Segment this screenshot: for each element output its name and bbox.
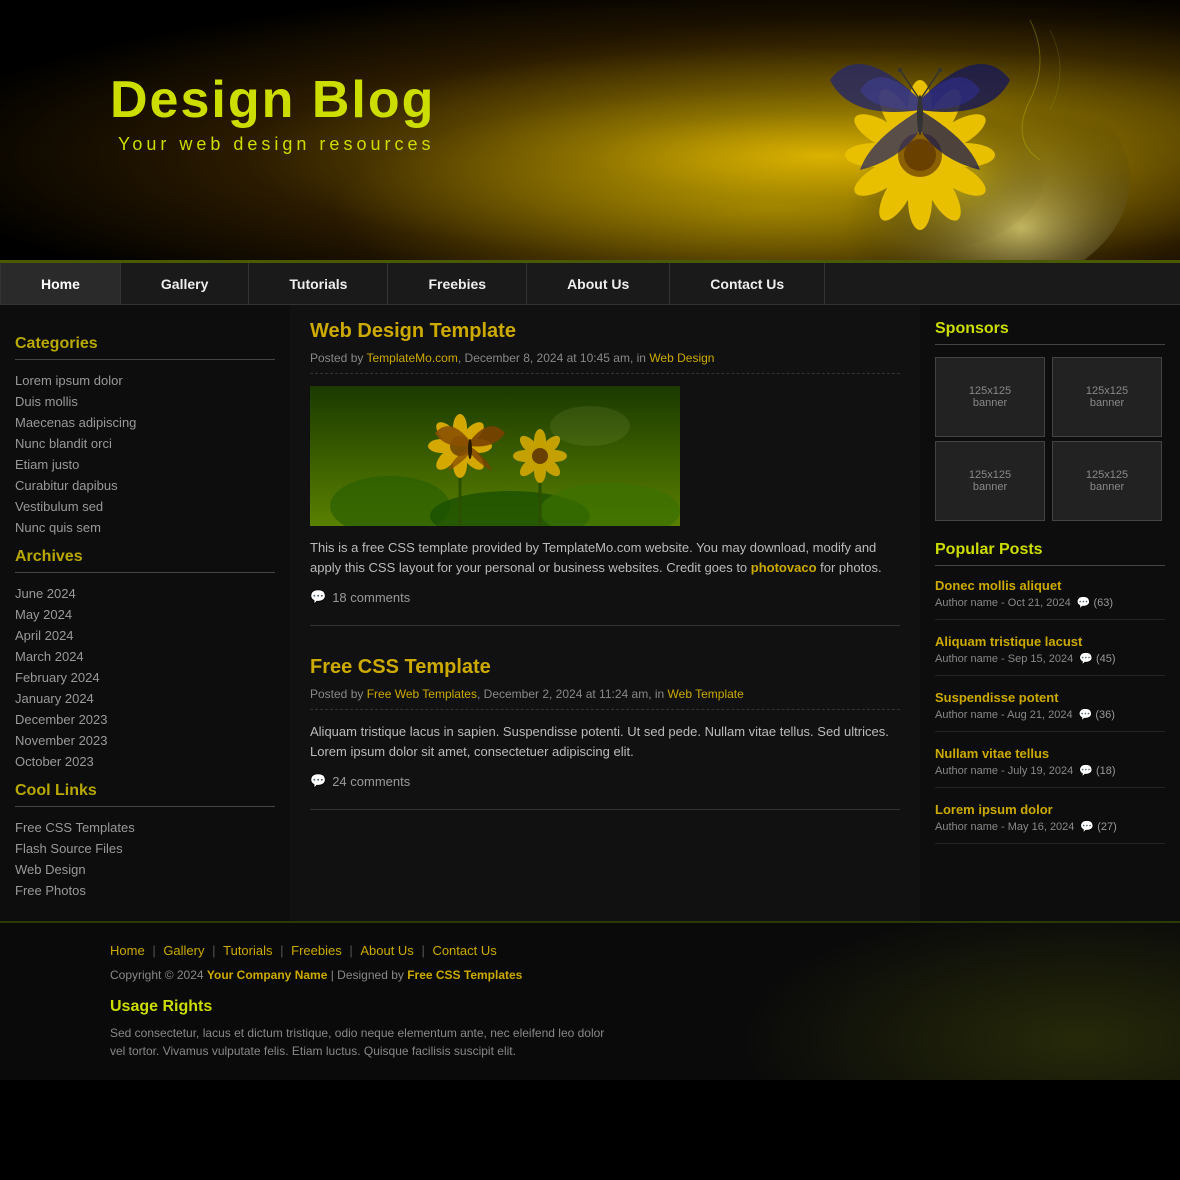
popular-post-4-meta: Author name - July 19, 2024 💬 (18) [935, 764, 1165, 777]
popular-post-1: Donec mollis aliquet Author name - Oct 2… [935, 578, 1165, 620]
popular-post-5-link[interactable]: Lorem ipsum dolor [935, 802, 1165, 817]
popular-post-5: Lorem ipsum dolor Author name - May 16, … [935, 802, 1165, 844]
popular-post-5-meta: Author name - May 16, 2024 💬 (27) [935, 820, 1165, 833]
archives-title: Archives [15, 548, 275, 573]
coollinks-list: Free CSS Templates Flash Source Files We… [15, 817, 275, 901]
popular-post-3-link[interactable]: Suspendisse potent [935, 690, 1165, 705]
footer-nav-freebies[interactable]: Freebies [291, 943, 342, 958]
post-1-cat[interactable]: Web Design [649, 351, 714, 365]
header-text-block: Design Blog Your web design resources [110, 70, 435, 155]
comment-icon-1: 💬 [310, 589, 326, 605]
comment-icon-2: 💬 [310, 773, 326, 789]
cat-2[interactable]: Duis mollis [15, 391, 275, 412]
cat-8[interactable]: Nunc quis sem [15, 517, 275, 538]
post-1-author[interactable]: TemplateMo.com [366, 351, 457, 365]
archive-2[interactable]: May 2024 [15, 604, 275, 625]
popular-post-1-meta: Author name - Oct 21, 2024 💬 (63) [935, 596, 1165, 609]
post-1-meta: Posted by TemplateMo.com, December 8, 20… [310, 351, 900, 374]
cat-6[interactable]: Curabitur dapibus [15, 475, 275, 496]
popular-posts-title: Popular Posts [935, 541, 1165, 566]
usage-rights-title: Usage Rights [110, 998, 1070, 1016]
link-2[interactable]: Flash Source Files [15, 838, 275, 859]
site-footer: Home | Gallery | Tutorials | Freebies | … [0, 921, 1180, 1080]
cat-4[interactable]: Nunc blandit orci [15, 433, 275, 454]
main-nav: Home Gallery Tutorials Freebies About Us… [0, 260, 1180, 305]
main-content: Web Design Template Posted by TemplateMo… [290, 305, 920, 921]
footer-nav-home[interactable]: Home [110, 943, 145, 958]
footer-nav-gallery[interactable]: Gallery [163, 943, 204, 958]
popular-post-2-link[interactable]: Aliquam tristique lacust [935, 634, 1165, 649]
popular-post-2: Aliquam tristique lacust Author name - S… [935, 634, 1165, 676]
post-2-body: Aliquam tristique lacus in sapien. Suspe… [310, 722, 900, 761]
footer-copyright: Copyright © 2024 Your Company Name | Des… [110, 968, 1070, 982]
post-1-comments[interactable]: 💬 18 comments [310, 589, 900, 605]
cat-3[interactable]: Maecenas adipiscing [15, 412, 275, 433]
post-1: Web Design Template Posted by TemplateMo… [310, 320, 900, 626]
post-2-comments[interactable]: 💬 24 comments [310, 773, 900, 789]
nav-freebies[interactable]: Freebies [388, 263, 527, 304]
footer-nav-contact[interactable]: Contact Us [432, 943, 496, 958]
sponsor-box-4[interactable]: 125x125banner [1052, 441, 1162, 521]
comment-count-icon-1: 💬 (63) [1077, 596, 1113, 609]
cat-5[interactable]: Etiam justo [15, 454, 275, 475]
main-layout: Categories Lorem ipsum dolor Duis mollis… [0, 305, 1180, 921]
popular-post-1-link[interactable]: Donec mollis aliquet [935, 578, 1165, 593]
archive-7[interactable]: December 2023 [15, 709, 275, 730]
usage-rights-text: Sed consectetur, lacus et dictum tristiq… [110, 1024, 610, 1060]
post-2-cat[interactable]: Web Template [668, 687, 744, 701]
site-subtitle: Your web design resources [118, 134, 435, 155]
site-title: Design Blog [110, 70, 435, 130]
archive-4[interactable]: March 2024 [15, 646, 275, 667]
archive-3[interactable]: April 2024 [15, 625, 275, 646]
sponsor-box-1[interactable]: 125x125banner [935, 357, 1045, 437]
sponsor-box-3[interactable]: 125x125banner [935, 441, 1045, 521]
nav-home[interactable]: Home [0, 263, 121, 304]
link-1[interactable]: Free CSS Templates [15, 817, 275, 838]
post-1-body: This is a free CSS template provided by … [310, 538, 900, 577]
popular-post-4: Nullam vitae tellus Author name - July 1… [935, 746, 1165, 788]
popular-post-4-link[interactable]: Nullam vitae tellus [935, 746, 1165, 761]
nav-gallery[interactable]: Gallery [121, 263, 249, 304]
archive-6[interactable]: January 2024 [15, 688, 275, 709]
coollinks-title: Cool Links [15, 782, 275, 807]
sponsor-box-2[interactable]: 125x125banner [1052, 357, 1162, 437]
site-header: Design Blog Your web design resources [0, 0, 1180, 260]
comment-count-icon-3: 💬 (36) [1079, 708, 1115, 721]
archive-8[interactable]: November 2023 [15, 730, 275, 751]
header-decoration [530, 0, 1180, 260]
post-1-image [310, 386, 680, 526]
nav-tutorials[interactable]: Tutorials [249, 263, 388, 304]
archive-9[interactable]: October 2023 [15, 751, 275, 772]
nav-contact[interactable]: Contact Us [670, 263, 825, 304]
comment-count-icon-2: 💬 (45) [1079, 652, 1115, 665]
archive-5[interactable]: February 2024 [15, 667, 275, 688]
popular-post-2-meta: Author name - Sep 15, 2024 💬 (45) [935, 652, 1165, 665]
post-2-title: Free CSS Template [310, 656, 900, 679]
post-2: Free CSS Template Posted by Free Web Tem… [310, 656, 900, 810]
sponsors-title: Sponsors [935, 320, 1165, 345]
popular-post-3: Suspendisse potent Author name - Aug 21,… [935, 690, 1165, 732]
comment-count-icon-5: 💬 (27) [1080, 820, 1116, 833]
footer-nav-about[interactable]: About Us [360, 943, 413, 958]
right-sidebar: Sponsors 125x125banner 125x125banner 125… [920, 305, 1180, 921]
popular-post-3-meta: Author name - Aug 21, 2024 💬 (36) [935, 708, 1165, 721]
post-2-meta: Posted by Free Web Templates, December 2… [310, 687, 900, 710]
comment-count-icon-4: 💬 (18) [1079, 764, 1115, 777]
left-sidebar: Categories Lorem ipsum dolor Duis mollis… [0, 305, 290, 921]
archives-list: June 2024 May 2024 April 2024 March 2024… [15, 583, 275, 772]
post-2-author[interactable]: Free Web Templates [367, 687, 477, 701]
nav-about[interactable]: About Us [527, 263, 670, 304]
post-1-title: Web Design Template [310, 320, 900, 343]
sponsor-grid: 125x125banner 125x125banner 125x125banne… [935, 357, 1165, 521]
categories-title: Categories [15, 335, 275, 360]
footer-nav: Home | Gallery | Tutorials | Freebies | … [110, 943, 1070, 958]
link-4[interactable]: Free Photos [15, 880, 275, 901]
archive-1[interactable]: June 2024 [15, 583, 275, 604]
footer-nav-tutorials[interactable]: Tutorials [223, 943, 272, 958]
cat-7[interactable]: Vestibulum sed [15, 496, 275, 517]
link-3[interactable]: Web Design [15, 859, 275, 880]
categories-list: Lorem ipsum dolor Duis mollis Maecenas a… [15, 370, 275, 538]
cat-1[interactable]: Lorem ipsum dolor [15, 370, 275, 391]
